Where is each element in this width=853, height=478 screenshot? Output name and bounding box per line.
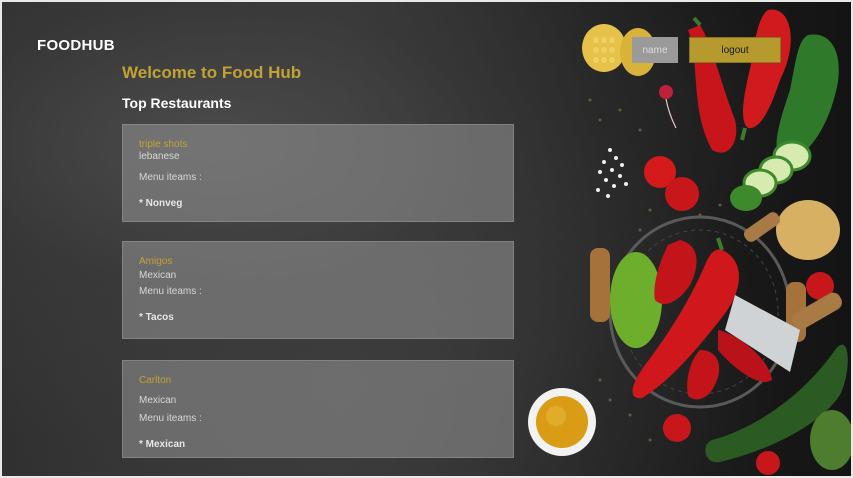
top-restaurants-heading: Top Restaurants bbox=[122, 95, 232, 111]
menu-item: * Nonveg bbox=[139, 198, 183, 209]
restaurant-name[interactable]: Amigos bbox=[139, 256, 497, 268]
menu-label: Menu iteams : bbox=[139, 172, 202, 183]
restaurant-cuisine: Mexican bbox=[139, 395, 177, 406]
brand-logo[interactable]: FOODHUB bbox=[37, 37, 115, 54]
menu-label: Menu iteams : bbox=[139, 413, 202, 424]
menu-label: Menu iteams : bbox=[139, 286, 202, 297]
restaurant-card[interactable]: Amigos Mexican Menu iteams : * Tacos bbox=[122, 241, 514, 339]
restaurant-cuisine: Mexican bbox=[139, 270, 177, 281]
logout-button[interactable]: logout bbox=[689, 37, 781, 63]
restaurant-name[interactable]: triple shots bbox=[139, 139, 497, 151]
menu-item: * Tacos bbox=[139, 312, 174, 323]
user-name-button[interactable]: name bbox=[632, 37, 678, 63]
restaurant-card[interactable]: Carlton Mexican Menu iteams : * Mexican bbox=[122, 360, 514, 458]
welcome-heading: Welcome to Food Hub bbox=[122, 63, 302, 82]
restaurant-card[interactable]: triple shots lebanese Menu iteams : * No… bbox=[122, 124, 514, 222]
restaurant-name[interactable]: Carlton bbox=[139, 375, 497, 387]
menu-item: * Mexican bbox=[139, 439, 186, 450]
restaurant-cuisine: lebanese bbox=[139, 151, 180, 162]
